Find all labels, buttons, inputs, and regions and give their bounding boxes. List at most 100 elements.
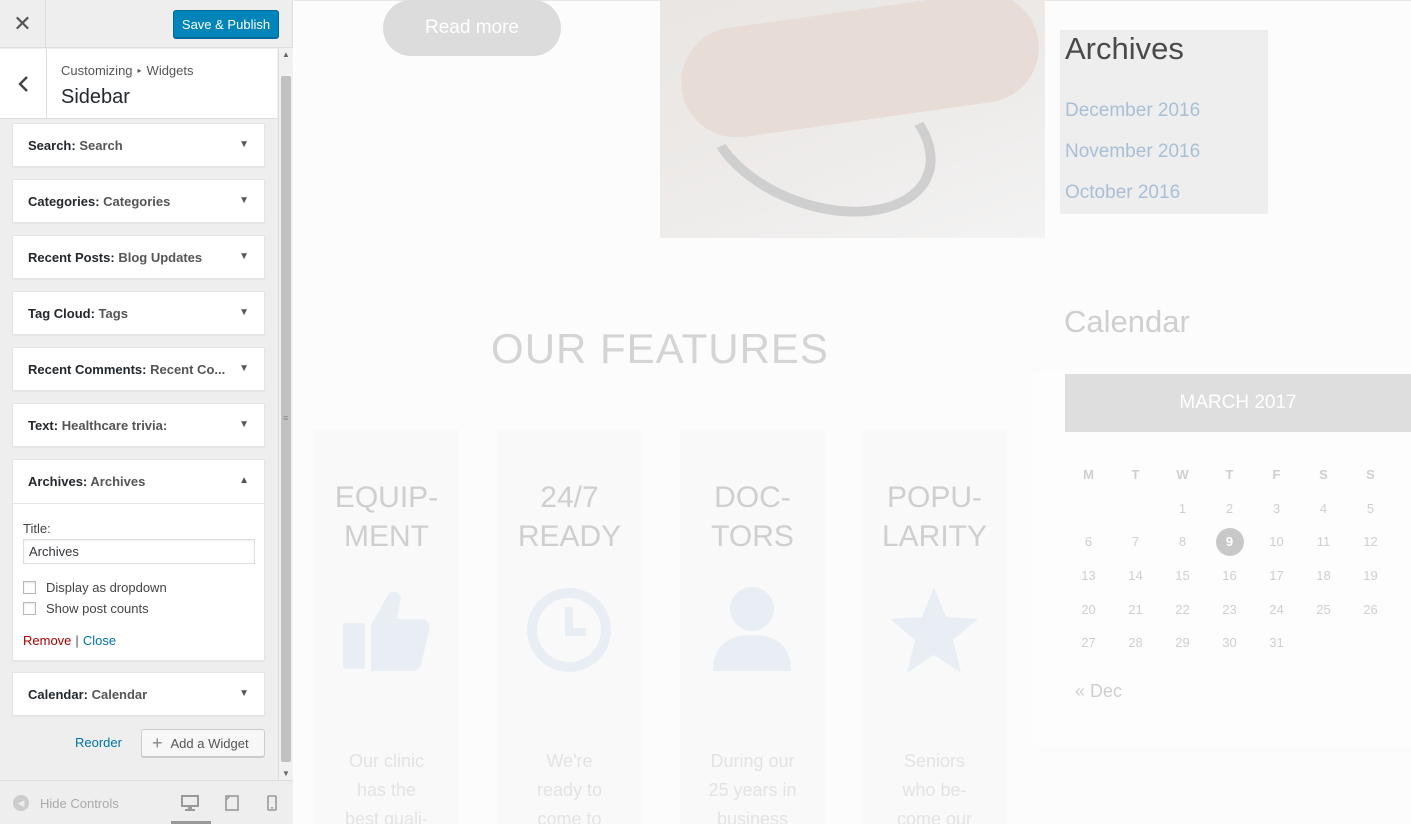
widget-tag-cloud[interactable]: Tag Cloud: Tags ▼ [12, 291, 265, 335]
widget-header[interactable]: Archives: Archives ▲ [13, 460, 264, 504]
calendar-day: 10 [1269, 534, 1284, 550]
user-icon [713, 587, 791, 671]
expand-arrow-icon[interactable]: ▼ [239, 139, 249, 150]
expand-arrow-icon[interactable]: ▼ [239, 363, 249, 374]
widget-instance-title: Tags [98, 306, 128, 321]
hide-controls-button[interactable]: ◀ Hide Controls [13, 795, 119, 811]
tablet-preview-icon[interactable] [225, 795, 239, 816]
feature-text-line: come to [537, 809, 602, 824]
archives-widget-preview: Archives December 2016 November 2016 Oct… [1060, 30, 1268, 214]
feature-title: DOC- TORS [680, 478, 825, 556]
display-dropdown-checkbox[interactable] [23, 581, 36, 594]
calendar-day: 14 [1128, 568, 1143, 584]
site-preview: Read more Archives December 2016 Novembe… [294, 0, 1411, 824]
desktop-preview-icon[interactable] [181, 795, 199, 816]
feature-title-line: LARITY [881, 520, 988, 553]
calendar-weekday-row: M T W T F S S [1065, 458, 1411, 492]
calendar-day: 18 [1316, 568, 1331, 584]
calendar-day: 23 [1222, 601, 1237, 617]
calendar-day: 25 [1316, 601, 1331, 617]
collapse-arrow-icon[interactable]: ▲ [239, 475, 249, 486]
section-title: Sidebar [61, 86, 130, 108]
feature-text-line: has the [356, 780, 417, 800]
title-field[interactable] [23, 539, 255, 564]
chevron-left-icon [18, 76, 28, 92]
calendar-day: 24 [1269, 601, 1284, 617]
archive-link[interactable]: November 2016 [1065, 141, 1200, 163]
weekday-label: F [1272, 467, 1281, 483]
widget-title: Categories: Categories [28, 194, 171, 209]
calendar-day-today: 9 [1206, 527, 1253, 556]
calendar-day: 22 [1175, 601, 1190, 617]
feature-title-line: TORS [711, 520, 794, 553]
reorder-link[interactable]: Reorder [75, 735, 122, 750]
close-customizer-button[interactable]: ✕ [0, 0, 46, 48]
back-button[interactable] [0, 49, 47, 119]
calendar-week-row: 13 14 15 16 17 18 19 [1065, 559, 1411, 593]
feature-card-equipment: EQUIP- MENT Our clinic has the best quali- [314, 430, 459, 824]
calendar-day: 28 [1128, 635, 1143, 651]
calendar-day: 2 [1225, 500, 1234, 516]
feature-text: Our clinic has the best quali- [314, 747, 459, 824]
calendar-day: 5 [1366, 500, 1375, 516]
feature-text-line: We're [546, 751, 593, 771]
widget-instance-title: Calendar [91, 687, 148, 702]
feature-text-line: who be- [902, 780, 967, 800]
read-more-button[interactable]: Read more [383, 0, 561, 56]
add-widget-button[interactable]: + Add a Widget [141, 729, 265, 757]
customizer-panel: ✕ Save & Publish Customizing ▸ Widgets Sid… [0, 0, 293, 824]
resize-grip-icon[interactable]: ≡ [283, 413, 288, 423]
widget-instance-title: Healthcare trivia: [61, 418, 168, 433]
feature-title-line: 24/7 [540, 481, 599, 514]
weekday-label: W [1176, 467, 1189, 483]
clock-icon [527, 588, 611, 672]
calendar-prev-link[interactable]: « Dec [1075, 681, 1122, 702]
calendar-day: 20 [1081, 601, 1096, 617]
feature-text: Seniors who be-come our [862, 747, 1007, 824]
widget-recent-posts[interactable]: Recent Posts: Blog Updates ▼ [12, 235, 265, 279]
expand-arrow-icon[interactable]: ▼ [239, 307, 249, 318]
widget-search[interactable]: Search: Search ▼ [12, 123, 265, 167]
scroll-down-icon[interactable]: ▼ [282, 769, 290, 778]
widget-title: Archives: Archives [28, 474, 146, 489]
widget-calendar[interactable]: Calendar: Calendar ▼ [12, 672, 265, 716]
expand-arrow-icon[interactable]: ▼ [239, 195, 249, 206]
feature-text: During our 25 years in business [680, 747, 825, 824]
remove-widget-link[interactable]: Remove [23, 633, 71, 648]
close-icon: ✕ [13, 11, 32, 36]
archive-link[interactable]: October 2016 [1065, 182, 1180, 204]
calendar-day: 15 [1175, 568, 1190, 584]
feature-text-line: Our clinic [348, 751, 424, 771]
panel-scrollbar[interactable]: ▲ ≡ ▼ [278, 48, 293, 780]
save-publish-button[interactable]: Save & Publish [173, 10, 279, 38]
feature-card-popularity: POPU- LARITY Seniors who be-come our [862, 430, 1007, 824]
expand-arrow-icon[interactable]: ▼ [239, 419, 249, 430]
widget-recent-comments[interactable]: Recent Comments: Recent Co... ▼ [12, 347, 265, 391]
calendar-day: 29 [1175, 635, 1190, 651]
widget-archives: Archives: Archives ▲ Title: Display as d… [12, 459, 265, 661]
breadcrumb-root: Customizing [61, 63, 133, 78]
widget-text[interactable]: Text: Healthcare trivia: ▼ [12, 403, 265, 447]
calendar-month: MARCH 2017 [1065, 374, 1411, 432]
calendar-week-row: 6 7 8 9 10 11 12 [1065, 525, 1411, 559]
thumbs-up-icon [343, 591, 430, 671]
calendar-day: 13 [1081, 568, 1096, 584]
widget-categories[interactable]: Categories: Categories ▼ [12, 179, 265, 223]
star-icon [890, 587, 978, 673]
feature-text: We're ready to come to [497, 747, 642, 824]
feature-title-line: EQUIP- [334, 481, 439, 514]
calendar-day: 19 [1363, 568, 1378, 584]
calendar-heading: Calendar [1064, 304, 1190, 339]
expand-arrow-icon[interactable]: ▼ [239, 688, 249, 699]
mobile-preview-icon[interactable] [267, 795, 277, 816]
widget-instance-title: Search [79, 138, 123, 153]
today-marker: 9 [1215, 527, 1244, 556]
archive-link[interactable]: December 2016 [1065, 100, 1200, 122]
feature-card-ready: 24/7 READY We're ready to come to [497, 430, 642, 824]
show-post-counts-checkbox[interactable] [23, 602, 36, 615]
show-post-counts-label: Show post counts [46, 601, 149, 616]
close-widget-link[interactable]: Close [83, 633, 116, 648]
feature-title-line: POPU- [886, 481, 982, 514]
scroll-up-icon[interactable]: ▲ [282, 50, 290, 59]
expand-arrow-icon[interactable]: ▼ [239, 251, 249, 262]
